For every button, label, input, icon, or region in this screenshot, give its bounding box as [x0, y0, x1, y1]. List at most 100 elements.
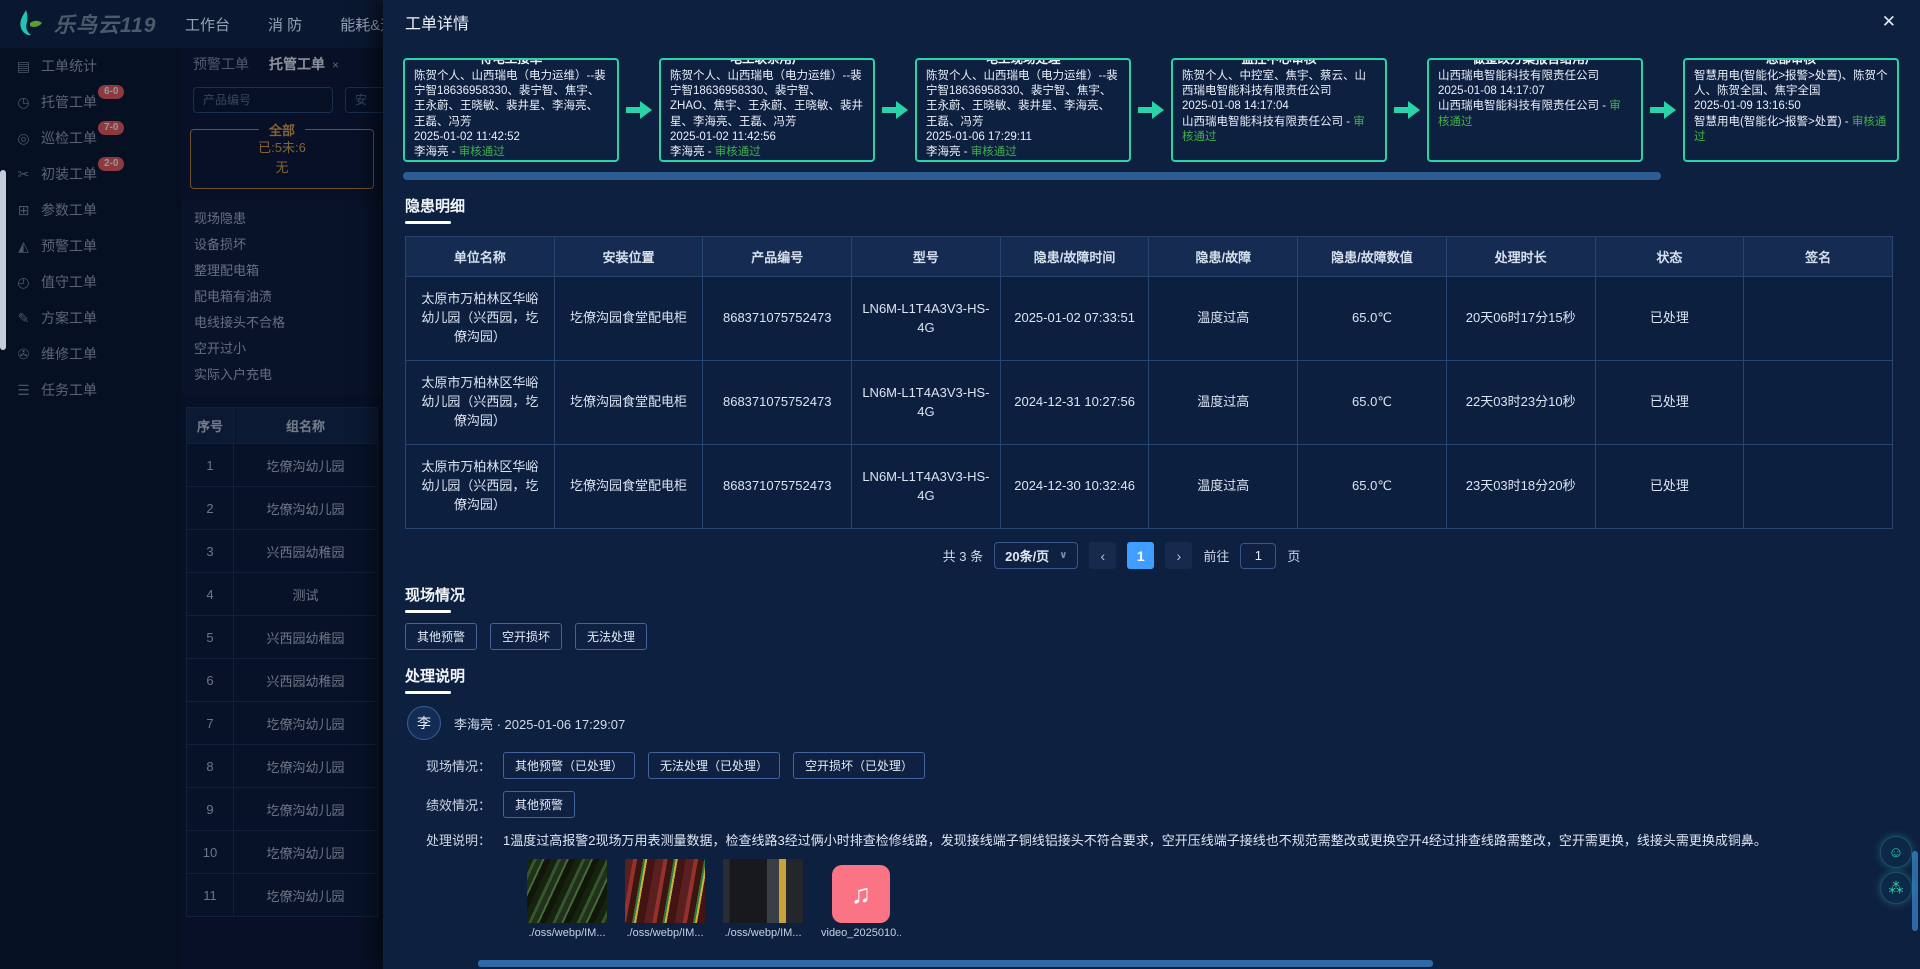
- filter-item[interactable]: 整理配电箱: [181, 258, 383, 284]
- table-row[interactable]: 5兴西园幼稚园: [187, 616, 378, 659]
- step-actor: 山西瑞电智能科技有限责任公司 -: [1182, 116, 1353, 128]
- photo-thumbnail[interactable]: [527, 859, 607, 923]
- service-icon: ☺: [1888, 844, 1903, 861]
- table-row[interactable]: 9圪僚沟幼儿园: [187, 788, 378, 831]
- sidebar-item-install[interactable]: ✂ 初装工单 2-0: [0, 156, 181, 192]
- sidebar-item-parameter[interactable]: ⊞ 参数工单: [0, 192, 181, 228]
- timeline-step-3[interactable]: 电工现场处理 陈贺个人、山西瑞电（电力运维）--裴宁智18636958330、裴…: [915, 58, 1131, 162]
- close-icon[interactable]: ✕: [1882, 12, 1896, 32]
- cell: 2024-12-31 10:27:56: [1000, 361, 1149, 445]
- page-size-select[interactable]: 20条/页 ∨: [994, 542, 1078, 569]
- work-order-detail-drawer: 工单详情 ✕ 待电工接单 陈贺个人、山西瑞电（电力运维）--裴宁智1863695…: [383, 0, 1920, 969]
- brand: 乐鸟云119: [0, 7, 166, 41]
- sidebar-item-label: 托管工单: [41, 92, 97, 112]
- nav-item-workbench[interactable]: 工作台: [185, 14, 230, 35]
- attachment-photo[interactable]: ./oss/webp/IM...: [723, 859, 803, 939]
- cell: 868371075752473: [703, 445, 852, 529]
- timeline-step-4[interactable]: 监控中心审核 陈贺个人、中控室、焦宇、蔡云、山西瑞电智能科技有限责任公司 202…: [1171, 58, 1387, 162]
- step-footer: 李海亮 - 审核通过: [414, 145, 608, 160]
- sidebar-item-duty[interactable]: ◴ 值守工单: [0, 264, 181, 300]
- photo-thumbnail[interactable]: [723, 859, 803, 923]
- timeline-step-5[interactable]: 做整改方案报告给用户 山西瑞电智能科技有限责任公司 2025-01-08 14:…: [1427, 58, 1643, 162]
- drawer-scrollbar[interactable]: [1912, 851, 1918, 931]
- sidebar: ▤ 工单统计 ◷ 托管工单 6-0 ◎ 巡检工单 7-0 ✂ 初装工单 2-0 …: [0, 48, 181, 969]
- photo-thumbnail[interactable]: [625, 859, 705, 923]
- table-row[interactable]: 6兴西园幼稚园: [187, 659, 378, 702]
- cell: 65.0℃: [1298, 277, 1447, 361]
- timeline-step-2[interactable]: 电工联系用户 陈贺个人、山西瑞电（电力运维）--裴宁智18636958330、裴…: [659, 58, 875, 162]
- attachment-media[interactable]: ♫ video_2025010...: [821, 865, 901, 939]
- cell: [1744, 445, 1893, 529]
- page-number-button[interactable]: 1: [1127, 542, 1154, 569]
- next-page-button[interactable]: ›: [1165, 542, 1192, 569]
- group-name: 圪僚沟幼儿园: [234, 702, 378, 745]
- cell: 已处理: [1595, 361, 1744, 445]
- filter-item[interactable]: 现场隐患: [181, 206, 383, 232]
- table-row[interactable]: 1圪僚沟幼儿园: [187, 444, 378, 487]
- table-row[interactable]: 7圪僚沟幼儿园: [187, 702, 378, 745]
- timeline-step-1[interactable]: 待电工接单 陈贺个人、山西瑞电（电力运维）--裴宁智18636958330、裴宁…: [403, 58, 619, 162]
- share-float-button[interactable]: ⁂: [1880, 872, 1912, 904]
- sidebar-item-hosting[interactable]: ◷ 托管工单 6-0: [0, 84, 181, 120]
- filter-item[interactable]: 设备损坏: [181, 232, 383, 258]
- group-name: 圪僚沟幼儿园: [234, 788, 378, 831]
- music-file-icon[interactable]: ♫: [832, 865, 890, 923]
- filter-item[interactable]: 配电箱有油渍: [181, 284, 383, 310]
- table-row[interactable]: 太原市万柏林区华峪幼儿园（兴西园，圪僚沟园） 圪僚沟园食堂配电柜 8683710…: [406, 361, 1893, 445]
- table-row[interactable]: 太原市万柏林区华峪幼儿园（兴西园，圪僚沟园） 圪僚沟园食堂配电柜 8683710…: [406, 445, 1893, 529]
- attachment-photo[interactable]: ./oss/webp/IM...: [625, 859, 705, 939]
- sidebar-item-inspection[interactable]: ◎ 巡检工单 7-0: [0, 120, 181, 156]
- step-footer: 李海亮 - 审核通过: [670, 145, 864, 160]
- scene-tag: 无法处理: [575, 623, 647, 650]
- sidebar-item-label: 初装工单: [41, 164, 97, 184]
- nav-item-fire[interactable]: 消 防: [268, 14, 302, 35]
- step-body: 陈贺个人、山西瑞电（电力运维）--裴宁智18636958330、裴宁智、ZHAO…: [670, 69, 864, 130]
- scene-tag: 空开损坏: [490, 623, 562, 650]
- table-row[interactable]: 3兴西园幼稚园: [187, 530, 378, 573]
- tab-hosting-orders[interactable]: 托管工单×: [269, 54, 339, 74]
- hosting-icon: ◷: [15, 94, 32, 111]
- perf-tag: 其他预警: [503, 791, 575, 818]
- sidebar-item-repair[interactable]: ✇ 维修工单: [0, 336, 181, 372]
- sidebar-item-stats[interactable]: ▤ 工单统计: [0, 48, 181, 84]
- col-unit-name: 单位名称: [406, 237, 555, 277]
- sidebar-item-task[interactable]: ☰ 任务工单: [0, 372, 181, 408]
- filter-item[interactable]: 实际入户充电: [181, 362, 383, 388]
- hazard-header-row: 单位名称 安装位置 产品编号 型号 隐患/故障时间 隐患/故障 隐患/故障数值 …: [406, 237, 1893, 277]
- table-row[interactable]: 11圪僚沟幼儿园: [187, 874, 378, 917]
- tab-close-icon[interactable]: ×: [332, 58, 339, 72]
- sidebar-item-alarm[interactable]: ◭ 预警工单: [0, 228, 181, 264]
- sidebar-item-plan[interactable]: ✎ 方案工单: [0, 300, 181, 336]
- col-duration: 处理时长: [1446, 237, 1595, 277]
- attachment-photo[interactable]: ./oss/webp/IM...: [527, 859, 607, 939]
- table-row[interactable]: 太原市万柏林区华峪幼儿园（兴西园，圪僚沟园） 圪僚沟园食堂配电柜 8683710…: [406, 277, 1893, 361]
- group-name: 兴西园幼稚园: [234, 659, 378, 702]
- cell: 23天03时18分20秒: [1446, 445, 1595, 529]
- table-row[interactable]: 10圪僚沟幼儿园: [187, 831, 378, 874]
- scene-result-tag: 空开损坏（已处理）: [793, 752, 925, 779]
- plan-icon: ✎: [15, 310, 32, 327]
- table-row[interactable]: 8圪僚沟幼儿园: [187, 745, 378, 788]
- summary-box[interactable]: 全部 已:5未:6 无: [190, 129, 374, 189]
- install-location-input[interactable]: [345, 87, 383, 113]
- goto-page-input[interactable]: [1240, 543, 1276, 569]
- step-time: 2025-01-02 11:42:52: [414, 130, 608, 145]
- sidebar-item-label: 方案工单: [41, 308, 97, 328]
- title-underline: [405, 610, 451, 613]
- table-row[interactable]: 4测试: [187, 573, 378, 616]
- filter-item[interactable]: 空开过小: [181, 336, 383, 362]
- repair-icon: ✇: [15, 346, 32, 363]
- step-actor: 智慧用电(智能化>报警>处置) -: [1694, 116, 1852, 128]
- filter-item[interactable]: 电线接头不合格: [181, 310, 383, 336]
- sidebar-scroll-indicator[interactable]: [0, 170, 6, 350]
- timeline-step-6[interactable]: 总部审核 智慧用电(智能化>报警>处置)、陈贺个人、陈贺全国、焦宇全国 2025…: [1683, 58, 1899, 162]
- prev-page-button[interactable]: ‹: [1089, 542, 1116, 569]
- timeline-scrollbar[interactable]: [403, 172, 1661, 180]
- horizontal-scrollbar[interactable]: [478, 960, 1433, 967]
- table-row[interactable]: 2圪僚沟幼儿园: [187, 487, 378, 530]
- product-number-input[interactable]: [193, 87, 333, 113]
- service-float-button[interactable]: ☺: [1880, 836, 1912, 868]
- cell: 温度过高: [1149, 361, 1298, 445]
- cell: LN6M-L1T4A3V3-HS-4G: [852, 277, 1001, 361]
- tab-alarm-orders[interactable]: 预警工单: [193, 54, 249, 74]
